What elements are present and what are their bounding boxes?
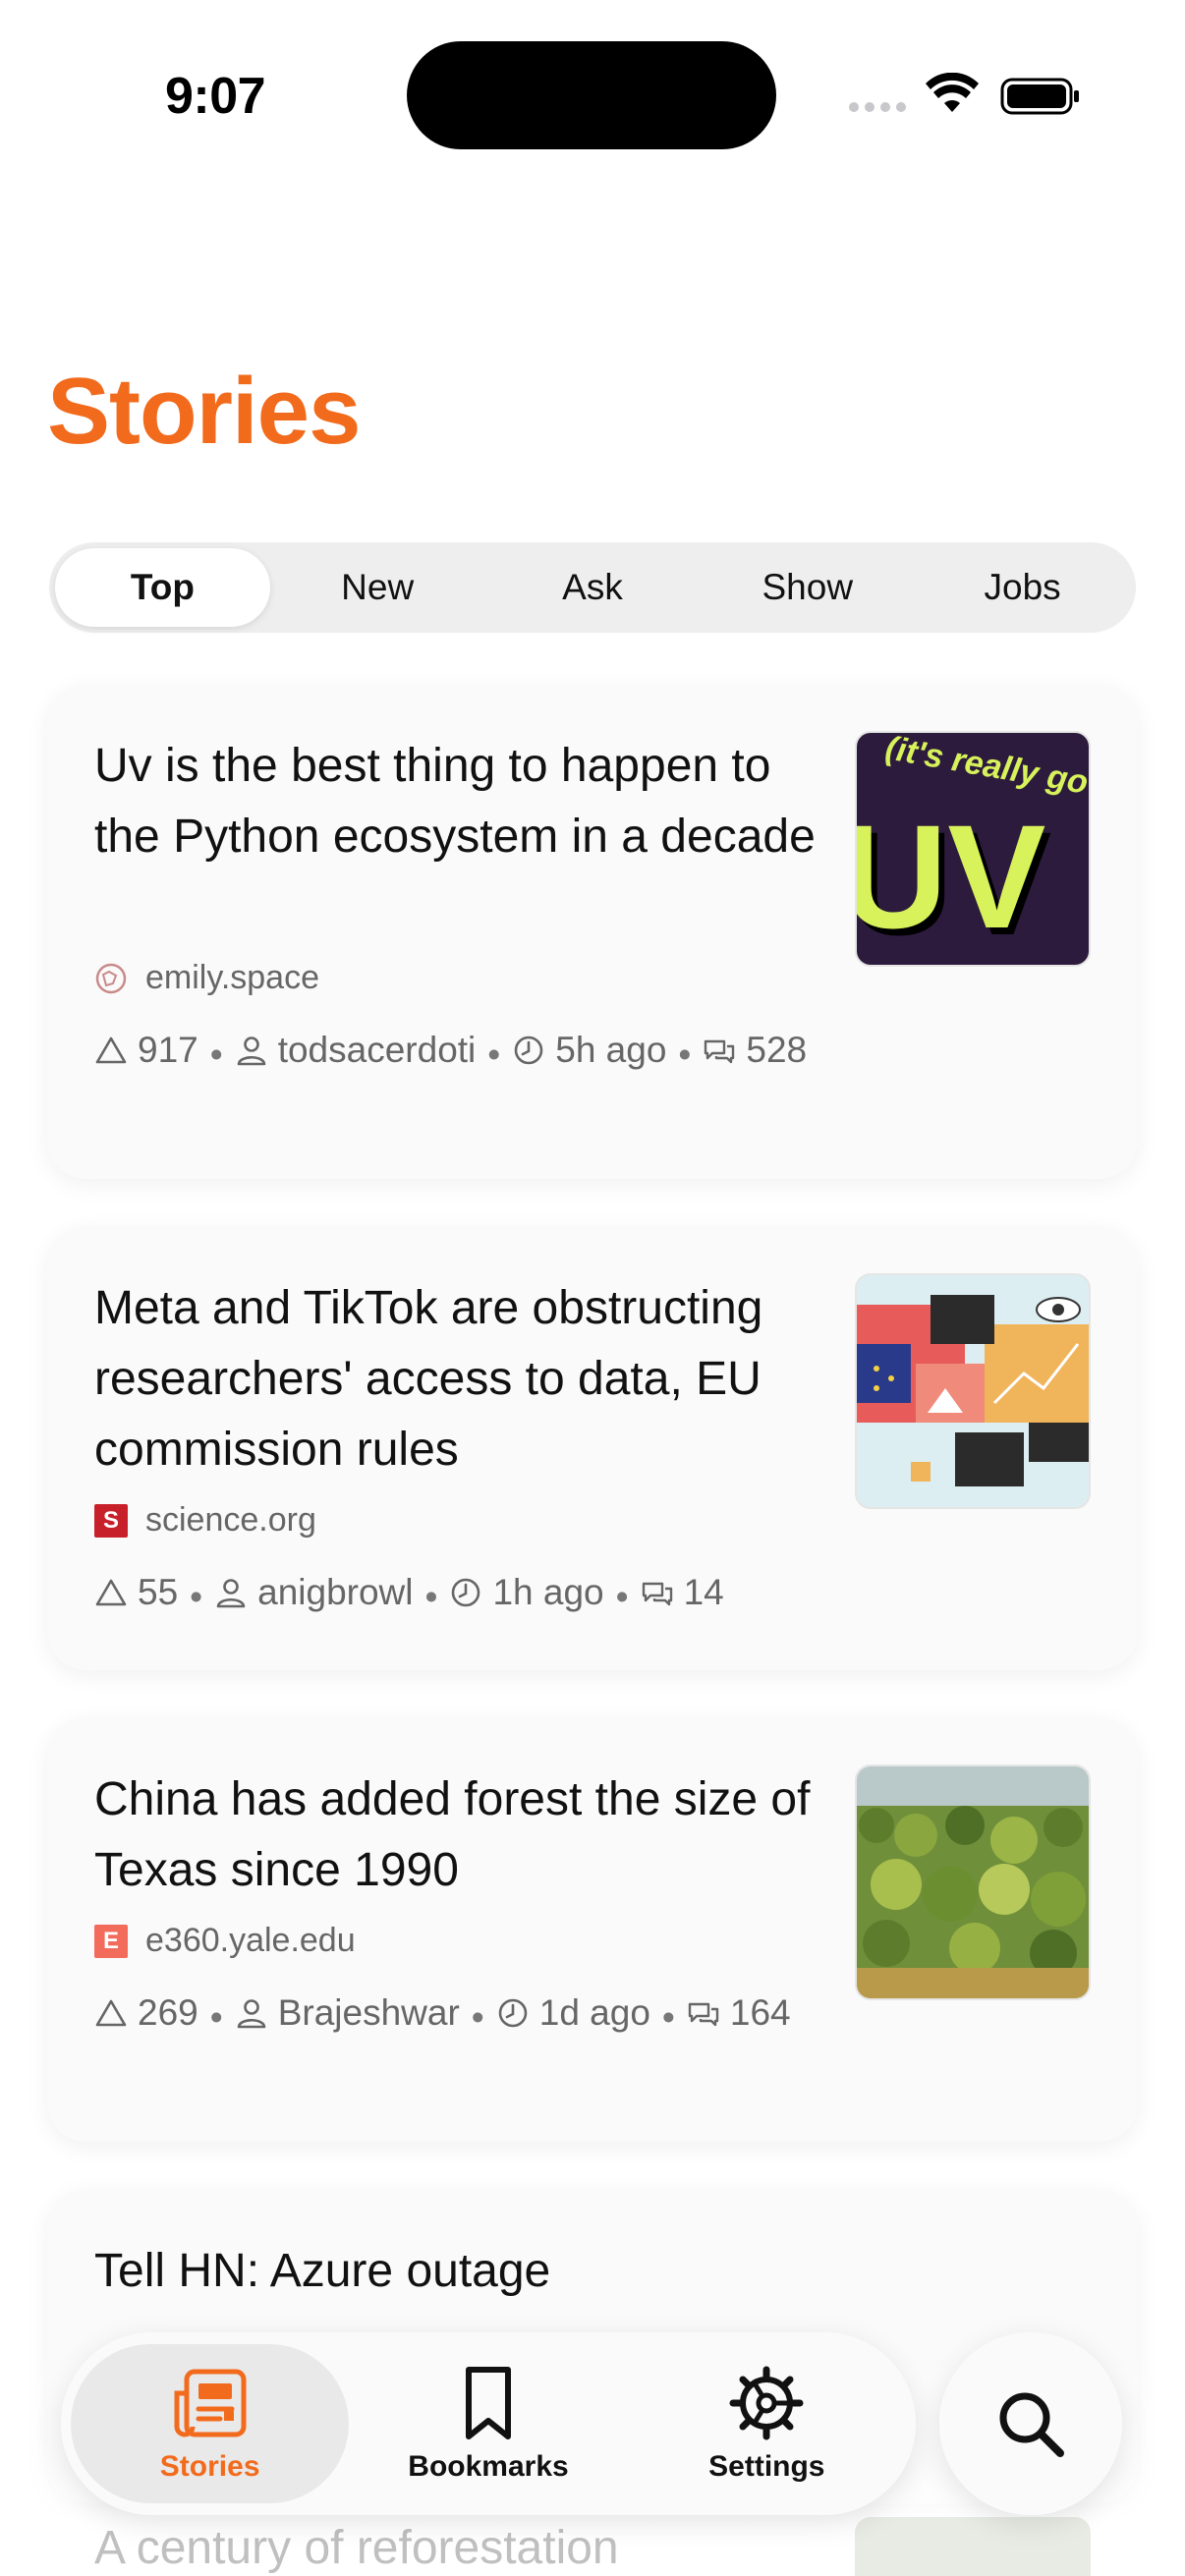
author-name[interactable]: anigbrowl — [257, 1566, 413, 1619]
cellular-signal-icon — [849, 102, 906, 112]
story-card[interactable]: China has added forest the size of Texas… — [47, 1717, 1138, 2142]
upvote-icon — [95, 1579, 127, 1606]
tab-show[interactable]: Show — [700, 548, 915, 627]
story-thumbnail — [855, 1273, 1091, 1509]
clock-icon — [514, 1036, 543, 1065]
battery-icon — [1000, 78, 1079, 115]
post-age: 1d ago — [538, 1992, 650, 2033]
story-type-tabs: Top New Ask Show Jobs — [49, 542, 1136, 633]
story-source[interactable]: E e360.yale.edu — [94, 1922, 356, 1960]
comments-count[interactable]: 14 — [684, 1566, 724, 1619]
search-icon — [999, 2392, 1064, 2457]
tab-stories[interactable]: Stories — [71, 2344, 350, 2503]
clock-icon — [452, 1578, 480, 1607]
post-age: 5h ago — [555, 1030, 667, 1070]
bookmark-icon — [465, 2367, 511, 2439]
status-bar: 9:07 — [0, 0, 1185, 196]
story-meta: 917 • todsacerdoti • 5h ago • 528 — [94, 1024, 841, 1082]
story-source[interactable]: emily.space — [94, 959, 319, 997]
story-title: A century of reforestation — [94, 2522, 619, 2574]
tab-jobs[interactable]: Jobs — [915, 548, 1130, 627]
tab-label: Stories — [159, 2450, 260, 2483]
points-count: 917 — [138, 1030, 198, 1070]
post-age: 1h ago — [492, 1572, 604, 1612]
site-favicon-icon: S — [94, 1503, 128, 1538]
data-access-illustration — [857, 1295, 1089, 1486]
site-favicon-icon — [95, 963, 127, 993]
tab-top[interactable]: Top — [55, 548, 270, 627]
wifi-icon — [926, 73, 979, 112]
dynamic-island — [407, 41, 776, 149]
story-meta: 55 • anigbrowl • 1h ago • 14 — [94, 1566, 841, 1624]
story-title: Uv is the best thing to happen to the Py… — [94, 740, 816, 863]
author-name[interactable]: todsacerdoti — [278, 1024, 477, 1077]
tab-bookmarks[interactable]: Bookmarks — [349, 2344, 627, 2503]
story-thumbnail: (it's really go UV UV — [855, 731, 1091, 967]
story-thumbnail — [855, 2517, 1091, 2576]
tab-label: Settings — [708, 2450, 825, 2483]
svg-text:UV: UV — [857, 794, 1045, 959]
story-title: Tell HN: Azure outage — [94, 2245, 551, 2297]
user-icon — [216, 1579, 246, 1608]
newspaper-icon — [174, 2369, 247, 2437]
forest-photo — [857, 1766, 1089, 1998]
story-source[interactable]: S science.org — [94, 1501, 316, 1540]
comments-icon — [642, 1582, 672, 1606]
user-icon — [237, 1999, 266, 2029]
status-time: 9:07 — [165, 68, 266, 125]
tab-settings[interactable]: Settings — [628, 2344, 906, 2503]
story-meta: 269 • Brajeshwar • 1d ago • 164 — [94, 1987, 841, 2044]
tab-new[interactable]: New — [270, 548, 485, 627]
comments-icon — [688, 2002, 719, 2027]
page-title: Stories — [47, 359, 361, 464]
gear-icon — [729, 2366, 804, 2440]
source-domain: e360.yale.edu — [145, 1922, 356, 1959]
author-name[interactable]: Brajeshwar — [278, 1987, 460, 2040]
comments-count[interactable]: 164 — [730, 1987, 791, 2040]
clock-icon — [498, 1998, 528, 2028]
story-title: Meta and TikTok are obstructing research… — [94, 1282, 763, 1476]
upvote-icon — [95, 1036, 127, 1064]
site-favicon-icon: E — [94, 1924, 128, 1958]
uv-logo-image: UV UV — [857, 794, 1051, 965]
story-card[interactable]: Uv is the best thing to happen to the Py… — [47, 684, 1138, 1179]
story-card[interactable]: Meta and TikTok are obstructing research… — [47, 1226, 1138, 1670]
tab-ask[interactable]: Ask — [485, 548, 701, 627]
comments-icon — [705, 1039, 735, 1064]
source-domain: emily.space — [145, 959, 319, 996]
points-count: 269 — [138, 1992, 198, 2033]
story-title: China has added forest the size of Texas… — [94, 1773, 811, 1896]
user-icon — [237, 1036, 266, 1066]
story-thumbnail — [855, 1764, 1091, 2000]
source-domain: science.org — [145, 1501, 316, 1539]
tab-label: Bookmarks — [408, 2450, 569, 2483]
points-count: 55 — [138, 1572, 179, 1612]
search-button[interactable] — [939, 2332, 1122, 2515]
comments-count[interactable]: 528 — [746, 1024, 807, 1077]
upvote-icon — [95, 1999, 127, 2027]
bottom-tab-bar: Stories Bookmarks Settings — [61, 2332, 916, 2515]
